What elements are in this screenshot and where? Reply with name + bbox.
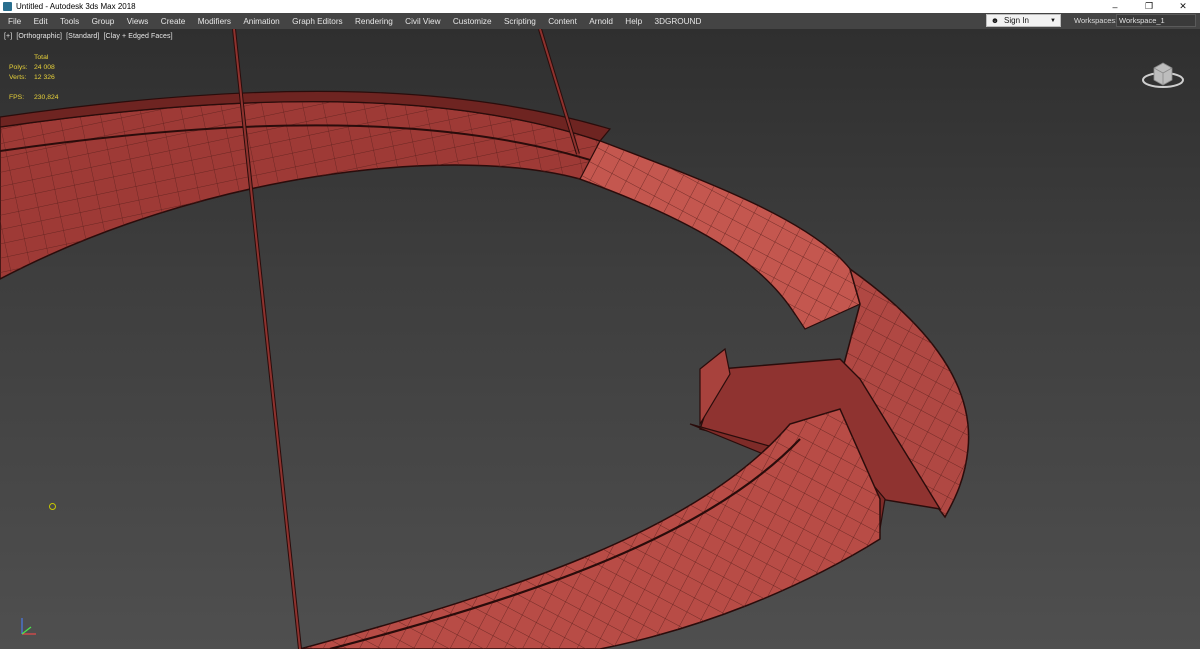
axis-tripod-icon (21, 618, 36, 635)
menu-graph-editors[interactable]: Graph Editors (286, 17, 349, 26)
viewport-menu-label[interactable]: [+] (4, 33, 12, 40)
user-icon: ☻ (990, 16, 1000, 25)
workspaces-label: Workspaces: (1074, 16, 1118, 25)
chevron-down-icon: ▼ (1050, 17, 1056, 24)
title-bar: Untitled - Autodesk 3ds Max 2018 – ❐ ✕ (0, 0, 1200, 13)
menu-bar: File Edit Tools Group Views Create Modif… (0, 13, 1200, 29)
scene-geometry[interactable] (0, 29, 1200, 649)
menu-edit[interactable]: Edit (27, 17, 53, 26)
viewport-label[interactable]: [+] [Orthographic] [Standard] [Clay + Ed… (4, 33, 175, 40)
stats-header: Total (34, 54, 49, 61)
window-controls: – ❐ ✕ (1098, 0, 1200, 13)
menu-content[interactable]: Content (542, 17, 583, 26)
menu-file[interactable]: File (0, 17, 27, 26)
menu-customize[interactable]: Customize (447, 17, 498, 26)
workspace-select[interactable]: Workspace_1 (1116, 14, 1196, 27)
stats-polys: Polys: 24 008 (9, 64, 55, 71)
stats-fps: FPS: 230,824 (9, 94, 59, 101)
menu-scripting[interactable]: Scripting (498, 17, 542, 26)
minimize-button[interactable]: – (1098, 0, 1132, 13)
menu-views[interactable]: Views (121, 17, 155, 26)
ring-inner-face (579, 140, 861, 330)
viewport-orthographic[interactable]: [+] [Orthographic] [Standard] [Clay + Ed… (0, 29, 1200, 649)
menu-arnold[interactable]: Arnold (583, 17, 619, 26)
window-title: Untitled - Autodesk 3ds Max 2018 (16, 2, 136, 11)
sign-in-label: Sign In (1004, 16, 1029, 25)
app-icon (3, 2, 12, 11)
menu-animation[interactable]: Animation (237, 17, 286, 26)
pivot-marker (49, 503, 56, 510)
menu-civil-view[interactable]: Civil View (399, 17, 447, 26)
viewcube-icon[interactable] (1140, 54, 1186, 92)
sign-in-dropdown[interactable]: ☻ Sign In ▼ (986, 14, 1061, 27)
preset-label[interactable]: [Standard] (66, 33, 99, 40)
menu-help[interactable]: Help (619, 17, 648, 26)
menu-create[interactable]: Create (155, 17, 192, 26)
ring-near-band (299, 408, 881, 649)
menu-modifiers[interactable]: Modifiers (192, 17, 238, 26)
viewport-statistics: Total Polys: 24 008 Verts: 12 326 FPS: 2… (9, 53, 59, 103)
stats-verts: Verts: 12 326 (9, 74, 55, 81)
menu-tools[interactable]: Tools (54, 17, 86, 26)
menu-rendering[interactable]: Rendering (349, 17, 399, 26)
restore-button[interactable]: ❐ (1132, 0, 1166, 13)
shading-label[interactable]: [Clay + Edged Faces] (104, 33, 173, 40)
menu-group[interactable]: Group (85, 17, 120, 26)
menu-3dground[interactable]: 3DGROUND (648, 17, 707, 26)
view-type-label[interactable]: [Orthographic] (16, 33, 62, 40)
close-button[interactable]: ✕ (1166, 0, 1200, 13)
